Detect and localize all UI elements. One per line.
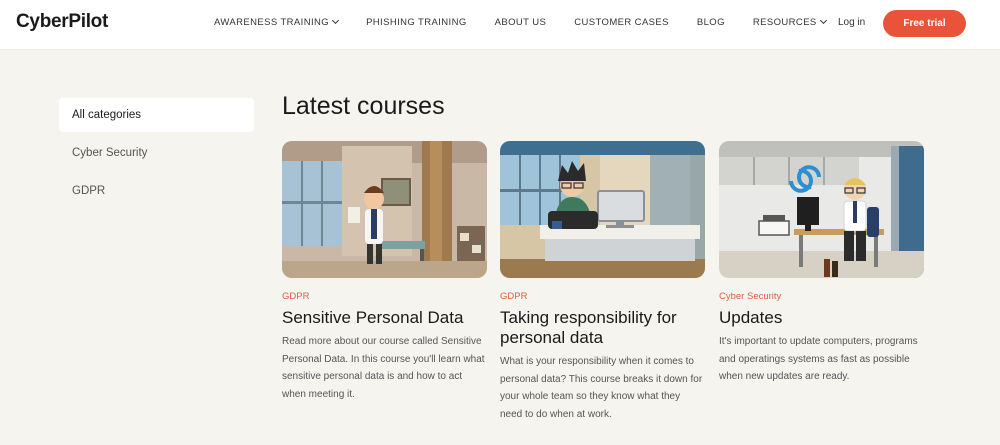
nav-label: CUSTOMER CASES [574,17,669,28]
course-description: It's important to update computers, prog… [719,336,918,382]
nav-about-us[interactable]: ABOUT US [495,17,547,28]
course-tag[interactable]: Cyber Security [719,291,924,302]
nav-label: ABOUT US [494,17,547,28]
category-gdpr[interactable]: GDPR [59,174,254,208]
site-header: CyberPilot AWARENESS TRAINING PHISHING T… [0,0,1000,50]
chevron-down-icon [332,16,340,25]
course-tag[interactable]: GDPR [282,291,487,302]
nav-phishing-training[interactable]: PHISHING TRAINING [366,17,467,28]
course-card: GDPR Sensitive Personal Data Read more a… [282,141,487,403]
login-link[interactable]: Log in [838,17,865,28]
nav-label: BLOG [696,17,725,28]
free-trial-button[interactable]: Free trial [883,10,966,37]
nav-resources[interactable]: RESOURCES [752,16,827,28]
chevron-down-icon [819,16,827,25]
main-nav: AWARENESS TRAINING PHISHING TRAINING ABO… [214,16,827,28]
category-sidebar: All categories Cyber Security GDPR [59,98,254,212]
course-thumbnail[interactable] [282,141,487,278]
nav-awareness-training[interactable]: AWARENESS TRAINING [214,16,340,28]
course-description: Read more about our course called Sensit… [282,336,485,400]
nav-customer-cases[interactable]: CUSTOMER CASES [574,17,669,28]
office-illustration [282,141,487,278]
category-all[interactable]: All categories [59,98,254,132]
course-thumbnail[interactable] [719,141,924,278]
office-illustration [719,141,924,278]
nav-blog[interactable]: BLOG [697,17,725,28]
course-card: GDPR Taking responsibility for personal … [500,141,705,423]
nav-label: RESOURCES [752,17,817,28]
course-tag[interactable]: GDPR [500,291,705,302]
page-title: Latest courses [282,92,445,120]
nav-label: AWARENESS TRAINING [214,17,330,28]
course-thumbnail[interactable] [500,141,705,278]
nav-label: PHISHING TRAINING [366,17,467,28]
course-description: What is your responsibility when it come… [500,356,703,420]
course-title[interactable]: Taking responsibility for personal data [500,308,705,348]
logo[interactable]: CyberPilot [16,11,108,33]
course-card: Cyber Security Updates It's important to… [719,141,924,386]
course-title[interactable]: Updates [719,308,924,328]
office-illustration [500,141,705,278]
category-cyber-security[interactable]: Cyber Security [59,136,254,170]
course-title[interactable]: Sensitive Personal Data [282,308,487,328]
